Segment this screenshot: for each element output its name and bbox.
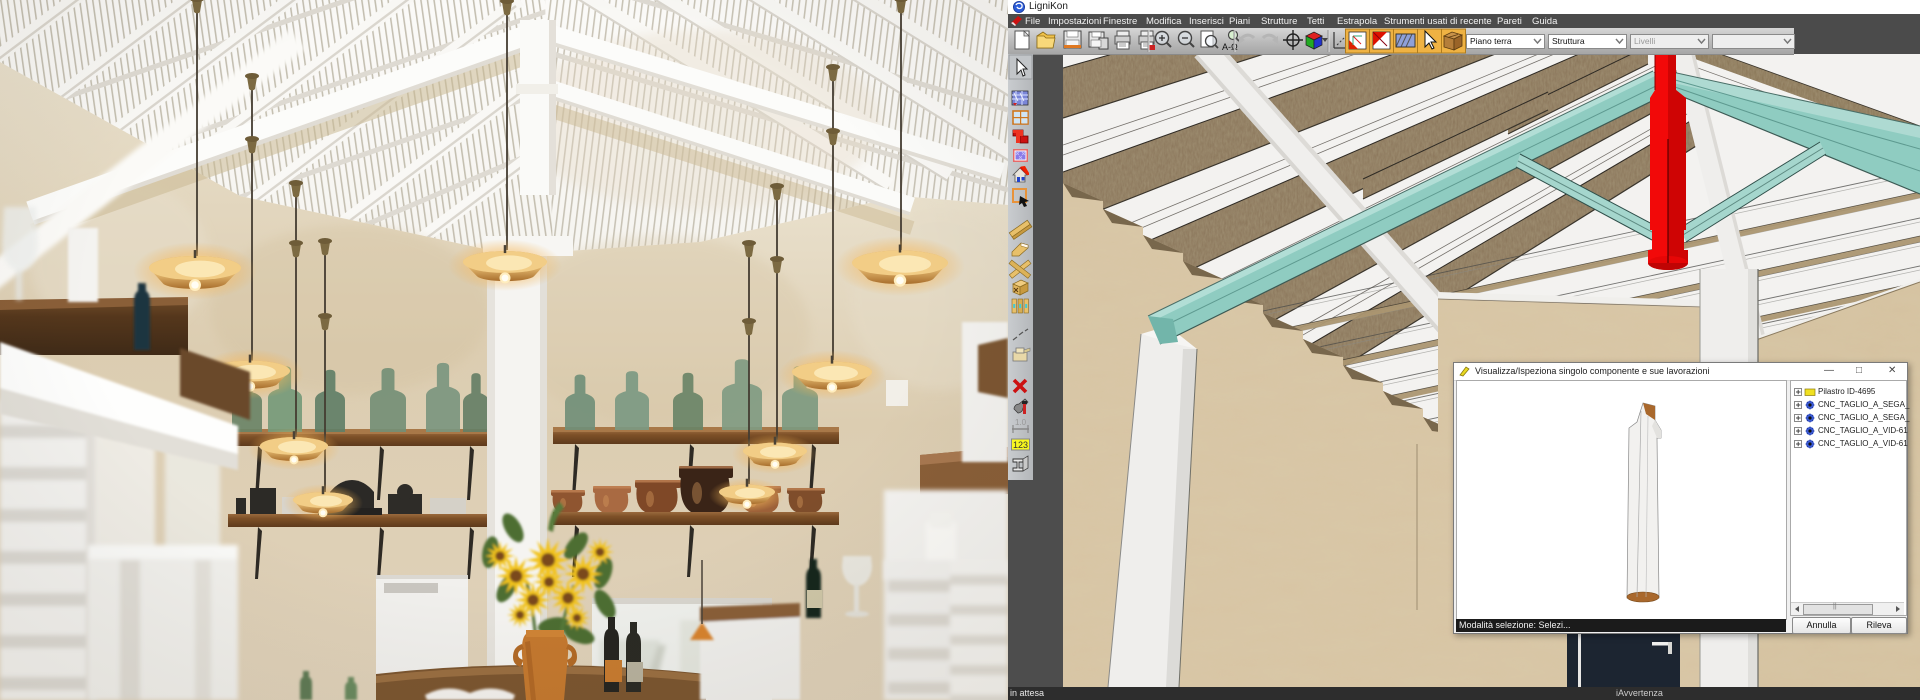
svg-text:A-Ω: A-Ω [1222,42,1238,52]
svg-text:1.0: 1.0 [1015,418,1027,427]
svg-text:123: 123 [1013,440,1028,450]
